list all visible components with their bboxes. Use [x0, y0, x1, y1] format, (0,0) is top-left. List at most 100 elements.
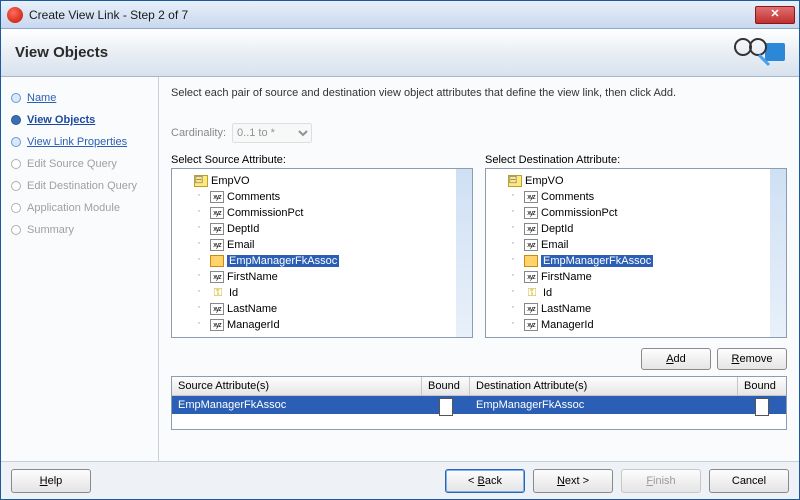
tree-item-label: FirstName: [227, 271, 278, 283]
cardinality-select[interactable]: 0..1 to *: [232, 123, 312, 143]
back-button[interactable]: < Back: [445, 469, 525, 493]
col-bound2: Bound: [738, 377, 786, 395]
col-source-attr: Source Attribute(s): [172, 377, 422, 395]
attr-icon: xyz: [210, 239, 224, 251]
wizard-step-4: Edit Destination Query: [1, 175, 158, 197]
tree-branch-icon: ·: [192, 205, 206, 217]
cancel-button[interactable]: Cancel: [709, 469, 789, 493]
attr-icon: xyz: [524, 271, 538, 283]
tree-item[interactable]: · xyz CommissionPct: [190, 205, 470, 221]
step-dot-icon: [11, 159, 21, 169]
page-title: View Objects: [15, 44, 108, 61]
tree-item-label: CommissionPct: [541, 207, 617, 219]
wizard-step-3: Edit Source Query: [1, 153, 158, 175]
attr-icon: xyz: [210, 271, 224, 283]
attr-icon: xyz: [210, 207, 224, 219]
tree-item-label: LastName: [541, 303, 591, 315]
tree-item[interactable]: · ⚿ Id: [190, 285, 470, 301]
destination-tree[interactable]: ⊟ EmpVO·xyz Comments·xyz CommissionPct·x…: [485, 168, 787, 338]
destination-tree-label: Select Destination Attribute:: [485, 154, 787, 166]
scrollbar[interactable]: [456, 169, 472, 337]
tree-branch-icon: ·: [192, 285, 206, 297]
tree-item[interactable]: ·xyz Email: [504, 237, 784, 253]
tree-item-label: FirstName: [541, 271, 592, 283]
tree-item[interactable]: ·xyz ManagerId: [190, 317, 470, 333]
app-icon: [7, 7, 23, 23]
tree-item-label: EmpManagerFkAssoc: [227, 255, 339, 267]
step-dot-icon: [11, 225, 21, 235]
step-label: Edit Destination Query: [27, 180, 137, 192]
expand-icon[interactable]: ⊟: [506, 173, 520, 186]
step-label: View Objects: [27, 114, 95, 126]
tree-item[interactable]: ·xyz Email: [190, 237, 470, 253]
tree-branch-icon: ·: [192, 269, 206, 281]
tree-branch-icon: ·: [192, 237, 206, 249]
header-decor-icon: [719, 33, 789, 71]
tree-item-label: Id: [543, 287, 552, 299]
col-dest-attr: Destination Attribute(s): [470, 377, 738, 395]
attr-icon: xyz: [210, 191, 224, 203]
attr-icon: xyz: [210, 319, 224, 331]
tree-branch-icon: ·: [506, 205, 520, 217]
tree-item[interactable]: · xyz LastName: [504, 301, 784, 317]
wizard-step-5: Application Module: [1, 197, 158, 219]
tree-item-label: EmpManagerFkAssoc: [541, 255, 653, 267]
wizard-step-2[interactable]: View Link Properties: [1, 131, 158, 153]
dialog-footer: Help < Back Next > Finish Cancel: [1, 461, 799, 499]
tree-item[interactable]: ·xyz DeptId: [190, 221, 470, 237]
step-label: View Link Properties: [27, 136, 127, 148]
tree-branch-icon: ·: [506, 301, 520, 313]
add-button[interactable]: Add: [641, 348, 711, 370]
attribute-pairs-table[interactable]: Source Attribute(s) Bound Destination At…: [171, 376, 787, 430]
finish-button[interactable]: Finish: [621, 469, 701, 493]
tree-branch-icon: ·: [192, 189, 206, 201]
attr-icon: xyz: [524, 223, 538, 235]
tree-item[interactable]: ·xyz FirstName: [504, 269, 784, 285]
cell-bound1[interactable]: [422, 396, 470, 414]
tree-item[interactable]: · xyz FirstName: [190, 269, 470, 285]
wizard-header: View Objects: [1, 29, 799, 77]
tree-item-label: Id: [229, 287, 238, 299]
tree-item-label: CommissionPct: [227, 207, 303, 219]
tree-item[interactable]: ·xyz Comments: [504, 189, 784, 205]
step-dot-icon: [11, 181, 21, 191]
tree-item[interactable]: ·⚿ Id: [504, 285, 784, 301]
tree-branch-icon: ·: [506, 237, 520, 249]
source-tree[interactable]: ⊟ EmpVO·xyz Comments·xyz CommissionPct·x…: [171, 168, 473, 338]
tree-branch-icon: ·: [192, 221, 206, 233]
tree-item[interactable]: · xyz ManagerId: [504, 317, 784, 333]
step-dot-icon: [11, 115, 21, 125]
attr-icon: xyz: [210, 223, 224, 235]
table-row[interactable]: EmpManagerFkAssoc EmpManagerFkAssoc: [172, 396, 786, 414]
tree-branch-icon: ·: [506, 317, 520, 329]
wizard-step-1[interactable]: View Objects: [1, 109, 158, 131]
attr-icon: xyz: [524, 319, 538, 331]
tree-item[interactable]: ·xyz LastName: [190, 301, 470, 317]
help-button[interactable]: Help: [11, 469, 91, 493]
tree-item[interactable]: ·xyz Comments: [190, 189, 470, 205]
tree-item[interactable]: ·xyz DeptId: [504, 221, 784, 237]
source-tree-label: Select Source Attribute:: [171, 154, 473, 166]
assoc-icon: [524, 255, 538, 267]
wizard-step-0[interactable]: Name: [1, 87, 158, 109]
next-button[interactable]: Next >: [533, 469, 613, 493]
expand-icon[interactable]: ⊟: [192, 173, 206, 186]
titlebar[interactable]: Create View Link - Step 2 of 7 ✕: [1, 1, 799, 29]
tree-item-label: ManagerId: [541, 319, 594, 331]
cell-dst: EmpManagerFkAssoc: [470, 396, 738, 414]
tree-item[interactable]: · EmpManagerFkAssoc: [190, 253, 470, 269]
remove-button[interactable]: Remove: [717, 348, 787, 370]
tree-branch-icon: ·: [506, 253, 520, 265]
step-label: Edit Source Query: [27, 158, 117, 170]
close-button[interactable]: ✕: [755, 6, 795, 24]
key-icon: ⚿: [524, 287, 540, 299]
col-bound: Bound: [422, 377, 470, 395]
tree-item-label: DeptId: [541, 223, 573, 235]
tree-item[interactable]: · EmpManagerFkAssoc: [504, 253, 784, 269]
cell-bound2[interactable]: [738, 396, 786, 414]
key-icon: ⚿: [210, 287, 226, 299]
wizard-step-6: Summary: [1, 219, 158, 241]
scrollbar[interactable]: [770, 169, 786, 337]
tree-item[interactable]: ·xyz CommissionPct: [504, 205, 784, 221]
attr-icon: xyz: [524, 303, 538, 315]
